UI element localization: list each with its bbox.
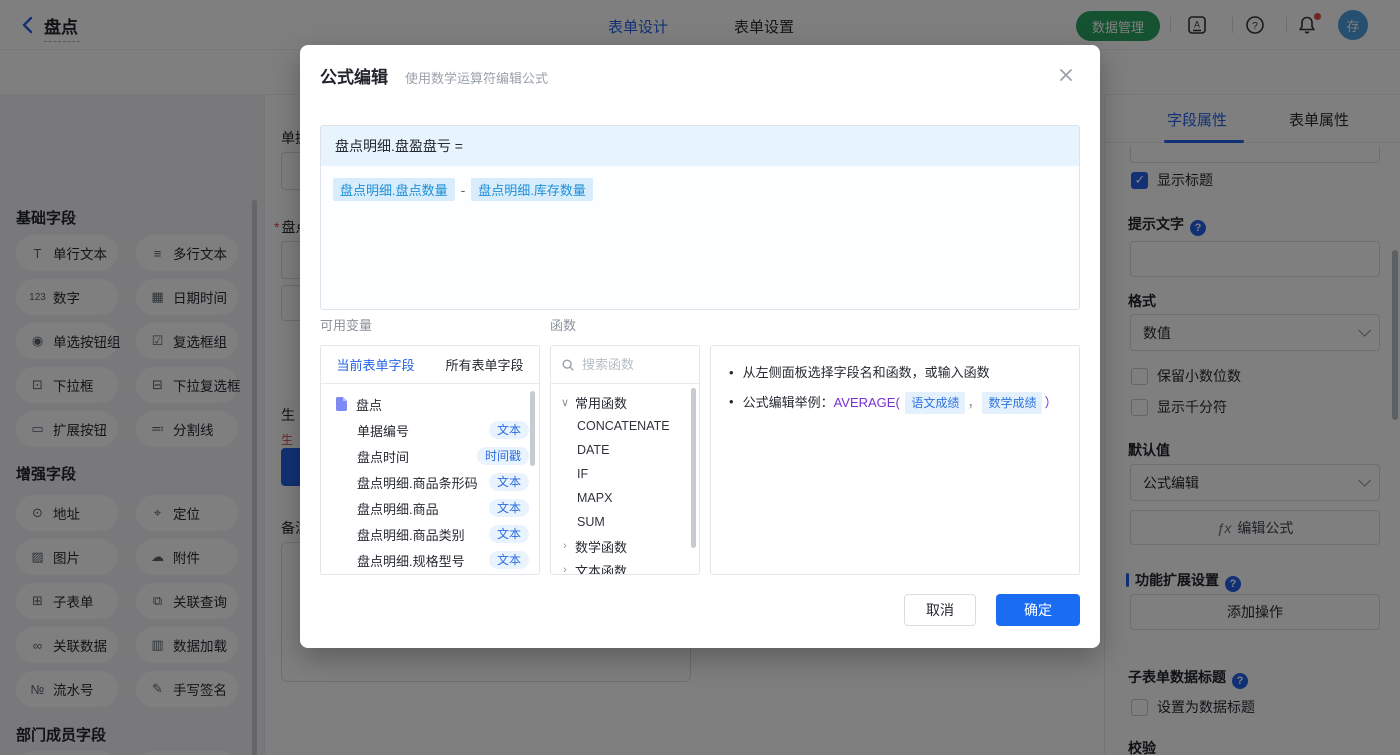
functions-scrollbar[interactable] [691, 388, 696, 548]
variable-row[interactable]: 盘点明细.商品类别 文本 [321, 521, 539, 547]
variables-label: 可用变量 [320, 318, 373, 333]
formula-token-chip[interactable]: 盘点明细.盘点数量 [333, 178, 455, 201]
variable-row[interactable]: 盘点明细.规格型号 文本 [321, 547, 539, 573]
tree-root[interactable]: 盘点 [321, 391, 539, 417]
tip-line-1: • 从左侧面板选择字段名和函数，或输入函数 [729, 365, 990, 380]
tab-all-form-fields[interactable]: 所有表单字段 [430, 346, 539, 383]
caret-right-icon: › [563, 540, 567, 552]
variable-row[interactable]: 盘点时间 时间戳 [321, 443, 539, 469]
type-badge: 文本 [488, 473, 529, 491]
variables-tabs: 当前表单字段 所有表单字段 [321, 346, 539, 384]
function-item[interactable]: SUM [551, 510, 699, 534]
confirm-button[interactable]: 确定 [996, 594, 1080, 626]
function-group-text[interactable]: › 文本函数 [551, 558, 699, 575]
variable-row[interactable]: 盘点明细.商品条形码 文本 [321, 469, 539, 495]
formula-token-chip[interactable]: 盘点明细.库存数量 [471, 178, 593, 201]
function-item[interactable]: MAPX [551, 486, 699, 510]
variables-panel: 当前表单字段 所有表单字段 盘点 单据编号 文本 盘点时间 时间戳 盘点明细.商品条… [320, 345, 540, 575]
example-function: AVERAGE( [833, 395, 900, 410]
type-badge: 文本 [488, 551, 529, 569]
type-badge: 文本 [488, 421, 529, 439]
function-item[interactable]: CONCATENATE [551, 414, 699, 438]
formula-operator: - [460, 182, 466, 198]
function-group-common[interactable]: ∨ 常用函数 [551, 390, 699, 414]
modal-subtitle: 使用数学运算符编辑公式 [405, 71, 549, 86]
tab-current-form-fields[interactable]: 当前表单字段 [321, 346, 430, 383]
modal-title: 公式编辑 [320, 68, 388, 87]
functions-label: 函数 [550, 318, 577, 333]
caret-down-icon: ∨ [560, 396, 570, 409]
type-badge: 文本 [488, 499, 529, 517]
tree-root-label: 盘点 [356, 397, 383, 413]
tips-panel: • 从左侧面板选择字段名和函数，或输入函数 • 公式编辑举例：AVERAGE( 语… [710, 345, 1080, 575]
function-search [551, 346, 699, 384]
function-item[interactable]: DATE [551, 438, 699, 462]
example-field-chip: 语文成绩 [905, 392, 966, 414]
form-doc-icon [336, 397, 347, 411]
caret-right-icon: › [563, 564, 567, 575]
formula-editor[interactable]: 盘点明细.盘盈盘亏 = 盘点明细.盘点数量 - 盘点明细.库存数量 [320, 125, 1080, 310]
formula-edit-modal: 公式编辑 使用数学运算符编辑公式 盘点明细.盘盈盘亏 = 盘点明细.盘点数量 - 盘… [300, 45, 1100, 648]
formula-body[interactable]: 盘点明细.盘点数量 - 盘点明细.库存数量 [321, 166, 1079, 309]
function-search-input[interactable] [582, 357, 682, 372]
app: 盘点 表单设计 表单设置 数据管理 A ? 存 表单外链 后端脚本 数据权限 预… [0, 0, 1400, 755]
type-badge: 文本 [488, 525, 529, 543]
variables-scrollbar[interactable] [530, 391, 535, 466]
variables-tree: 盘点 单据编号 文本 盘点时间 时间戳 盘点明细.商品条形码 文本 盘点明细.商品 文本… [321, 384, 539, 573]
formula-target: 盘点明细.盘盈盘亏 = [321, 126, 1079, 166]
cancel-button[interactable]: 取消 [904, 594, 976, 626]
variable-row[interactable]: 单据编号 文本 [321, 417, 539, 443]
search-icon [562, 358, 574, 371]
function-item[interactable]: IF [551, 462, 699, 486]
variable-row[interactable]: 盘点明细.商品 文本 [321, 495, 539, 521]
close-icon[interactable] [1056, 65, 1076, 85]
tip-line-2: • 公式编辑举例：AVERAGE( 语文成绩，数学成绩） [729, 392, 1061, 414]
function-group-math[interactable]: › 数学函数 [551, 534, 699, 558]
functions-panel: ∨常用函数 CONCATENATE DATE IF MAPX SUM ›数学函数… [550, 345, 700, 575]
functions-tree: ∨ 常用函数 CONCATENATE DATE IF MAPX SUM › 数学函数… [551, 384, 699, 575]
type-badge: 时间戳 [476, 447, 529, 465]
example-field-chip: 数学成绩 [982, 392, 1043, 414]
